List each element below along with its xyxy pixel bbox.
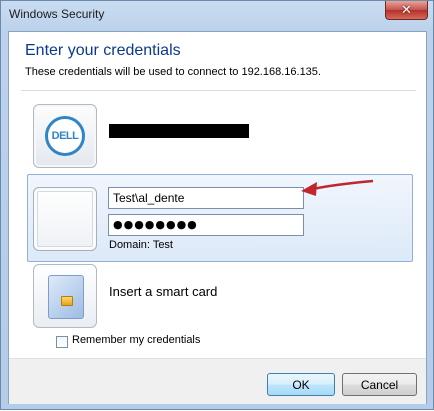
window-frame: Windows Security ✕ Enter your credential… [0,0,434,410]
annotation-arrow-line [312,179,374,191]
annotation-arrow [301,179,374,196]
annotation-arrow-head [301,182,317,196]
